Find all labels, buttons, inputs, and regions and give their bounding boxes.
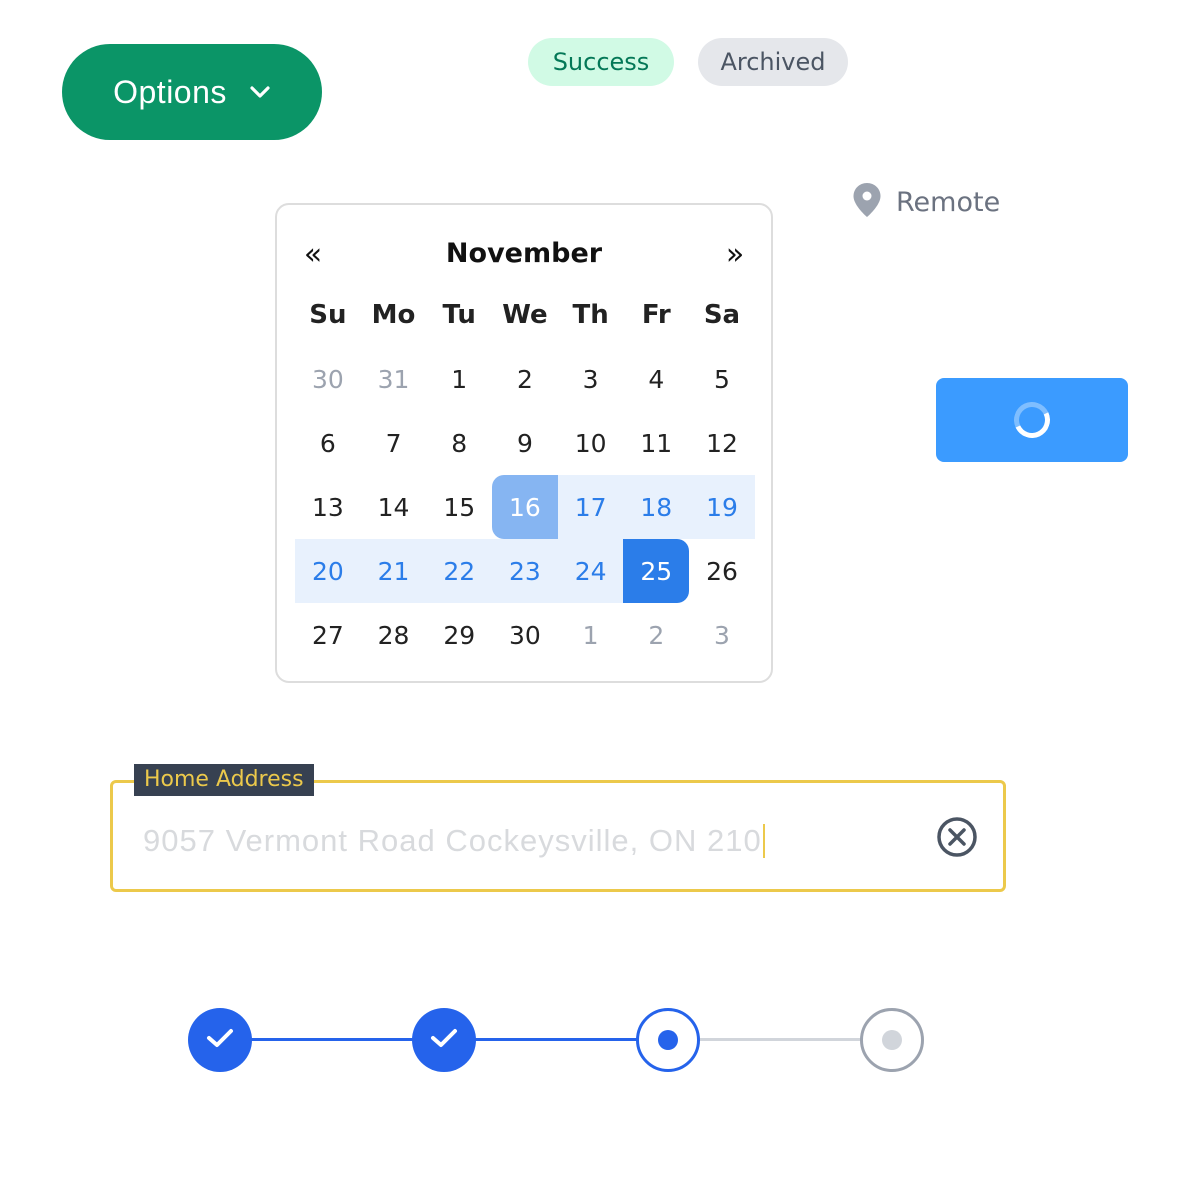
spinner-icon — [1008, 396, 1056, 444]
calendar-day[interactable]: 3 — [558, 347, 624, 411]
weekday-label: Tu — [442, 300, 476, 330]
calendar-day[interactable]: 28 — [361, 603, 427, 667]
archived-badge-label: Archived — [720, 48, 826, 76]
calendar-day[interactable]: 20 — [295, 539, 361, 603]
archived-badge: Archived — [698, 38, 848, 86]
home-address-input[interactable]: 9057 Vermont Road Cockeysville, ON 210 — [143, 819, 783, 863]
double-chevron-right-icon: » — [725, 236, 745, 272]
calendar-day[interactable]: 1 — [426, 347, 492, 411]
calendar-day[interactable]: 10 — [558, 411, 624, 475]
calendar-day[interactable]: 21 — [360, 539, 427, 603]
calendar-week-row: 13 14 15 16 17 18 19 — [295, 475, 755, 539]
calendar-day[interactable]: 2 — [623, 603, 689, 667]
step-dot-icon — [882, 1030, 902, 1050]
check-icon — [429, 1026, 459, 1054]
calendar-week-row: 30 31 1 2 3 4 5 — [295, 347, 755, 411]
calendar-day[interactable]: 13 — [295, 475, 361, 539]
calendar-week-row: 20 21 22 23 24 25 26 — [295, 539, 755, 603]
calendar-day[interactable]: 11 — [623, 411, 689, 475]
calendar-day[interactable]: 31 — [361, 347, 427, 411]
location-text: Remote — [896, 186, 1001, 218]
home-address-field: Home Address 9057 Vermont Road Cockeysvi… — [110, 764, 1006, 892]
calendar-day[interactable]: 3 — [689, 603, 755, 667]
stepper-connector — [444, 1038, 668, 1041]
progress-stepper — [188, 1008, 924, 1072]
weekday-label: Sa — [703, 300, 741, 330]
calendar-day[interactable]: 25 — [623, 539, 690, 603]
calendar-day[interactable]: 5 — [689, 347, 755, 411]
calendar-day[interactable]: 30 — [492, 603, 558, 667]
calendar-day[interactable]: 17 — [557, 475, 624, 539]
clear-input-button[interactable] — [935, 815, 979, 859]
calendar-day[interactable]: 6 — [295, 411, 361, 475]
home-address-value: 9057 Vermont Road Cockeysville, ON 210 — [143, 823, 762, 858]
calendar-weekday-row: Su Mo Tu We Th Fr Sa — [295, 283, 755, 347]
stepper-step-done[interactable] — [412, 1008, 476, 1072]
calendar-day[interactable]: 1 — [558, 603, 624, 667]
calendar-day[interactable]: 24 — [557, 539, 624, 603]
calendar-day[interactable]: 16 — [492, 475, 558, 539]
options-dropdown-button[interactable]: Options — [62, 44, 322, 140]
calendar-day[interactable]: 7 — [361, 411, 427, 475]
weekday-label: We — [502, 300, 548, 330]
success-badge: Success — [528, 38, 674, 86]
stepper-step-pending[interactable] — [860, 1008, 924, 1072]
home-address-label: Home Address — [134, 764, 314, 796]
calendar-day[interactable]: 18 — [623, 475, 690, 539]
step-dot-icon — [658, 1030, 678, 1050]
weekday-label: Su — [309, 300, 347, 330]
weekday-label: Th — [572, 300, 609, 330]
calendar-day[interactable]: 9 — [492, 411, 558, 475]
calendar-day[interactable]: 4 — [623, 347, 689, 411]
stepper-step-done[interactable] — [188, 1008, 252, 1072]
check-icon — [205, 1026, 235, 1054]
weekday-label: Mo — [371, 300, 416, 330]
calendar-day[interactable]: 15 — [426, 475, 492, 539]
calendar-day[interactable]: 29 — [426, 603, 492, 667]
calendar-day[interactable]: 23 — [492, 539, 558, 603]
calendar-day[interactable]: 30 — [295, 347, 361, 411]
clear-circle-icon — [935, 817, 979, 862]
weekday-label: Fr — [641, 300, 671, 330]
calendar-month-title: November — [445, 238, 603, 269]
calendar-week-row: 27 28 29 30 1 2 3 — [295, 603, 755, 667]
stepper-step-current[interactable] — [636, 1008, 700, 1072]
date-range-calendar: « November » Su Mo Tu We Th Fr Sa 30 31 1 2 3 4 5 6 7 8… — [275, 203, 773, 683]
location-indicator: Remote — [852, 182, 1001, 222]
calendar-day[interactable]: 8 — [426, 411, 492, 475]
calendar-day[interactable]: 2 — [492, 347, 558, 411]
calendar-day[interactable]: 26 — [689, 539, 755, 603]
calendar-day[interactable]: 27 — [295, 603, 361, 667]
stepper-connector — [220, 1038, 444, 1041]
home-address-input-box[interactable]: 9057 Vermont Road Cockeysville, ON 210 — [110, 780, 1006, 892]
calendar-day[interactable]: 22 — [426, 539, 493, 603]
stepper-connector — [668, 1038, 892, 1041]
calendar-header: « November » — [277, 229, 771, 279]
loading-button[interactable] — [936, 378, 1128, 462]
calendar-grid: Su Mo Tu We Th Fr Sa 30 31 1 2 3 4 5 6 7 8 9 10 11 12 13 14 15… — [295, 283, 755, 667]
success-badge-label: Success — [552, 48, 650, 76]
options-button-label: Options — [113, 73, 227, 110]
map-pin-icon — [852, 182, 882, 222]
text-caret — [762, 824, 765, 858]
calendar-day[interactable]: 14 — [361, 475, 427, 539]
calendar-day[interactable]: 19 — [689, 475, 755, 539]
calendar-day[interactable]: 12 — [689, 411, 755, 475]
calendar-week-row: 6 7 8 9 10 11 12 — [295, 411, 755, 475]
next-month-button[interactable]: » — [713, 229, 757, 279]
chevron-down-icon — [249, 85, 271, 99]
